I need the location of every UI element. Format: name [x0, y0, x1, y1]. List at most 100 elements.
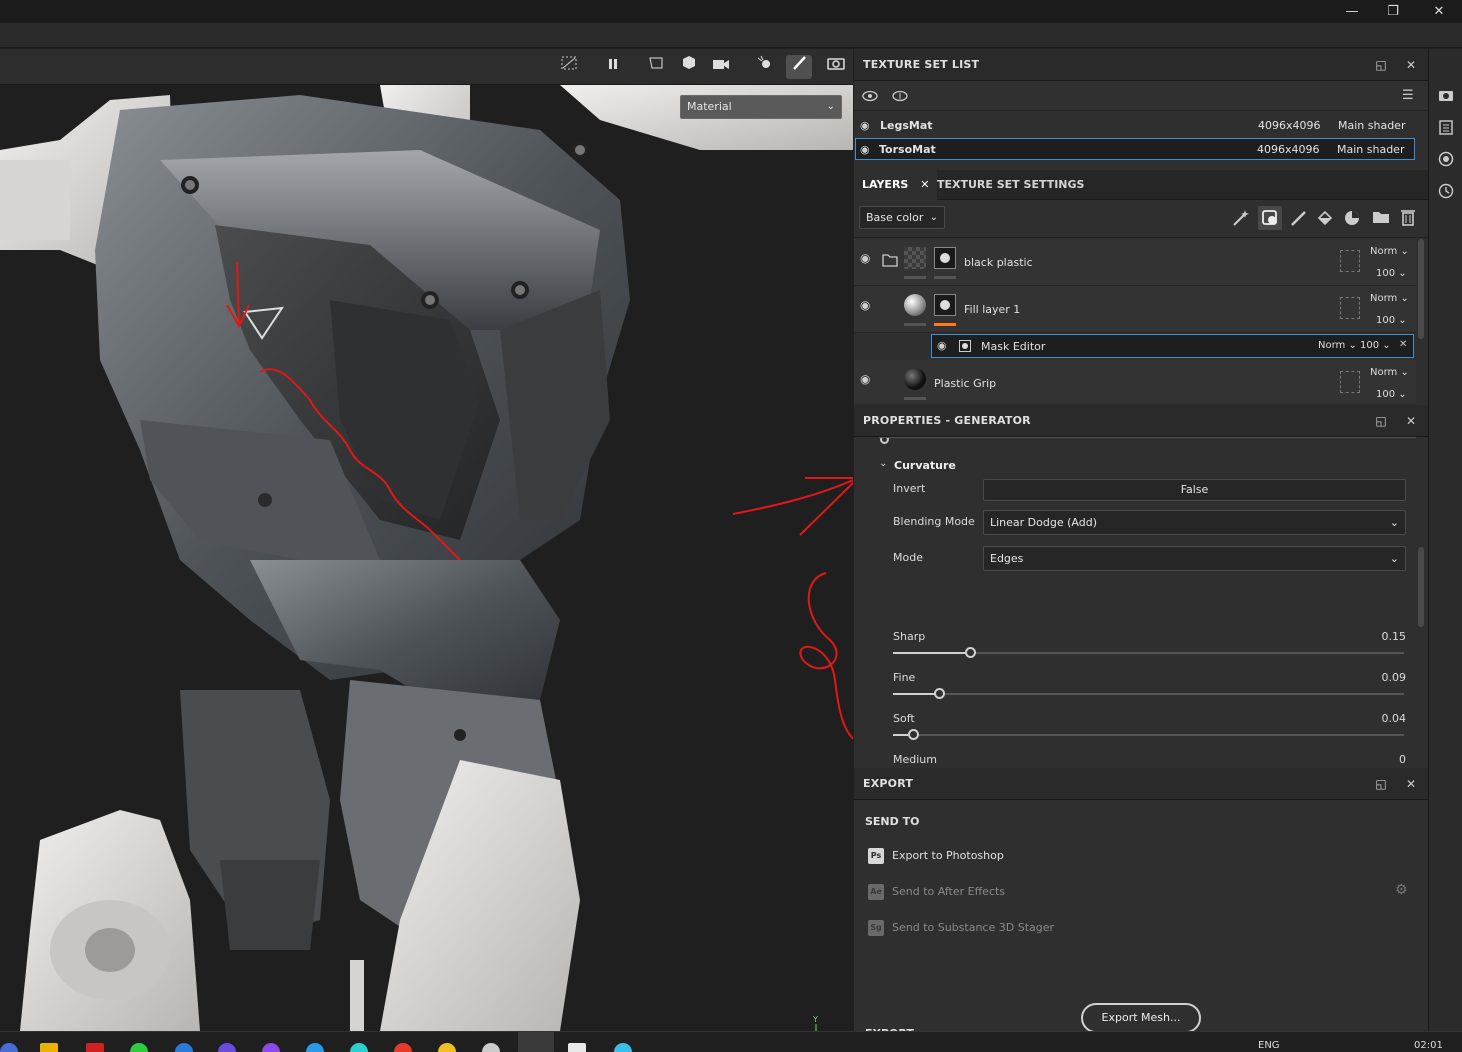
- thumb-underline: [934, 276, 956, 279]
- send-to-stager[interactable]: Sg Send to Substance 3D Stager: [868, 919, 1054, 937]
- send-to-after-effects[interactable]: Ae Send to After Effects: [868, 883, 1005, 901]
- previous-slider-knob[interactable]: [880, 437, 889, 444]
- slider-value-fine[interactable]: 0.09: [1382, 671, 1407, 684]
- brush-icon[interactable]: [1289, 209, 1307, 231]
- clipboard-icon[interactable]: [1435, 119, 1457, 141]
- slider-knob[interactable]: [908, 729, 920, 740]
- 3d-view-icon[interactable]: [676, 55, 702, 79]
- gear-icon[interactable]: ⚙: [1395, 882, 1408, 898]
- layer-blend-mode[interactable]: Norm ⌄: [1370, 367, 1409, 378]
- history-icon[interactable]: [1435, 183, 1457, 205]
- effect-blend-mode[interactable]: Norm ⌄: [1318, 340, 1357, 351]
- eye-visibility-icon[interactable]: [862, 88, 878, 107]
- close-panel-icon[interactable]: ✕: [1401, 768, 1421, 800]
- eye-icon[interactable]: ◉: [860, 251, 870, 265]
- fill-bucket-icon[interactable]: [1316, 209, 1334, 231]
- smart-mask-icon[interactable]: [1258, 206, 1282, 230]
- slider-value-soft[interactable]: 0.04: [1382, 712, 1407, 725]
- layer-row-plastic-grip[interactable]: ◉ Plastic Grip Norm ⌄ 100 ⌄: [854, 360, 1416, 403]
- layer-opacity[interactable]: 100 ⌄: [1376, 268, 1407, 279]
- language-indicator[interactable]: ENG: [1258, 1040, 1280, 1051]
- slider-label-soft: Soft: [893, 712, 915, 725]
- mode-dropdown[interactable]: Edges ⌄: [983, 546, 1406, 571]
- texture-set-shader[interactable]: Main shader: [1337, 139, 1404, 161]
- export-mesh-label: Export Mesh...: [1101, 1011, 1181, 1024]
- layer-opacity[interactable]: 100 ⌄: [1376, 315, 1407, 326]
- effect-opacity[interactable]: 100 ⌄: [1360, 340, 1391, 351]
- layer-thumbnail: [904, 368, 926, 390]
- lighting-icon[interactable]: [752, 55, 778, 79]
- eye-icon[interactable]: ◉: [860, 372, 870, 386]
- minimize-button[interactable]: —: [1329, 0, 1375, 23]
- viewport-mode-dropdown[interactable]: Material ⌄: [680, 95, 842, 119]
- export-mesh-button[interactable]: Export Mesh...: [1081, 1003, 1201, 1033]
- slider-knob[interactable]: [964, 647, 976, 658]
- paint-brush-icon[interactable]: [786, 55, 812, 79]
- eye-icon[interactable]: ◉: [860, 298, 870, 312]
- slider-knob[interactable]: [933, 688, 945, 699]
- eye-solo-icon[interactable]: [892, 88, 908, 107]
- invert-toggle[interactable]: False: [983, 479, 1406, 501]
- hide-selection-icon[interactable]: [556, 55, 582, 79]
- texture-set-name: LegsMat: [880, 119, 933, 132]
- texture-set-row-selected[interactable]: ◉ TorsoMat 4096x4096 Main shader: [855, 138, 1415, 160]
- effects-icon[interactable]: [1343, 209, 1361, 231]
- float-panel-icon[interactable]: ◱: [1371, 49, 1391, 81]
- 2d-view-icon[interactable]: [644, 55, 670, 79]
- 3d-viewport[interactable]: Y: [0, 85, 853, 1031]
- tab-texture-set-settings[interactable]: TEXTURE SET SETTINGS: [929, 170, 1092, 200]
- remove-effect-icon[interactable]: ✕: [1399, 339, 1407, 350]
- magic-wand-icon[interactable]: [1232, 209, 1250, 231]
- section-title[interactable]: Curvature: [894, 459, 956, 472]
- texture-set-resolution: 4096x4096: [1257, 143, 1320, 156]
- pause-icon[interactable]: [600, 55, 626, 79]
- panel-title: EXPORT: [863, 777, 914, 790]
- close-panel-icon[interactable]: ✕: [1401, 405, 1421, 437]
- collapse-chevron-icon[interactable]: ⌄: [879, 458, 887, 469]
- texture-set-row[interactable]: ◉ LegsMat 4096x4096 Main shader: [856, 115, 1418, 137]
- clock[interactable]: 02:01: [1414, 1040, 1443, 1051]
- mask-thumbnail[interactable]: [934, 247, 956, 269]
- texture-set-shader[interactable]: Main shader: [1338, 115, 1405, 137]
- eye-icon[interactable]: ◉: [937, 339, 947, 352]
- mask-thumbnail[interactable]: [934, 294, 956, 316]
- camera-settings-icon[interactable]: [1435, 87, 1457, 109]
- slider-track-soft[interactable]: [893, 729, 1404, 740]
- float-panel-icon[interactable]: ◱: [1371, 768, 1391, 800]
- slider-value-sharp[interactable]: 0.15: [1382, 630, 1407, 643]
- menu-lines-icon[interactable]: ☰: [1402, 88, 1414, 103]
- screenshot-camera-icon[interactable]: [823, 55, 849, 79]
- layer-row-black-plastic[interactable]: ◉ black plastic Norm ⌄ 100 ⌄: [854, 239, 1416, 286]
- float-panel-icon[interactable]: ◱: [1371, 405, 1391, 437]
- tab-layers[interactable]: LAYERS ✕: [854, 170, 938, 200]
- effect-row-mask-editor[interactable]: ◉ Mask Editor Norm ⌄ 100 ⌄ ✕: [931, 334, 1414, 358]
- chevron-down-icon: ⌄: [1389, 552, 1399, 565]
- layer-opacity[interactable]: 100 ⌄: [1376, 389, 1407, 400]
- close-panel-icon[interactable]: ✕: [1401, 49, 1421, 81]
- display-settings-icon[interactable]: [1435, 151, 1457, 173]
- blending-mode-value: Linear Dodge (Add): [990, 516, 1097, 529]
- folder-icon[interactable]: [1372, 209, 1390, 229]
- layer-row-fill-layer-1[interactable]: ◉ Fill layer 1 Norm ⌄ 100 ⌄: [854, 286, 1416, 333]
- layer-blend-mode[interactable]: Norm ⌄: [1370, 246, 1409, 257]
- blending-mode-dropdown[interactable]: Linear Dodge (Add) ⌄: [983, 510, 1406, 535]
- trash-icon[interactable]: [1400, 208, 1416, 230]
- eye-icon[interactable]: ◉: [860, 139, 870, 161]
- maximize-button[interactable]: ❐: [1370, 0, 1416, 23]
- slider-track-fine[interactable]: [893, 688, 1404, 699]
- properties-scrollbar[interactable]: [1418, 547, 1424, 627]
- export-to-photoshop[interactable]: Ps Export to Photoshop: [868, 847, 1004, 865]
- close-window-button[interactable]: ✕: [1416, 0, 1462, 23]
- active-app-icon[interactable]: [518, 1032, 554, 1052]
- camera-video-icon[interactable]: [708, 55, 734, 79]
- texture-set-rows: ◉ LegsMat 4096x4096 Main shader ◉ TorsoM…: [854, 113, 1428, 167]
- chevron-down-icon: ⌄: [826, 101, 835, 112]
- thumb-underline: [904, 323, 926, 326]
- slider-value-medium[interactable]: 0: [1399, 753, 1406, 765]
- channel-dropdown[interactable]: Base color ⌄: [859, 206, 945, 229]
- slider-track-sharp[interactable]: [893, 647, 1404, 658]
- properties-body: ⌄ Curvature Invert False Blending Mode L…: [854, 437, 1428, 765]
- eye-icon[interactable]: ◉: [860, 115, 870, 137]
- layers-scrollbar[interactable]: [1418, 239, 1424, 339]
- layer-blend-mode[interactable]: Norm ⌄: [1370, 293, 1409, 304]
